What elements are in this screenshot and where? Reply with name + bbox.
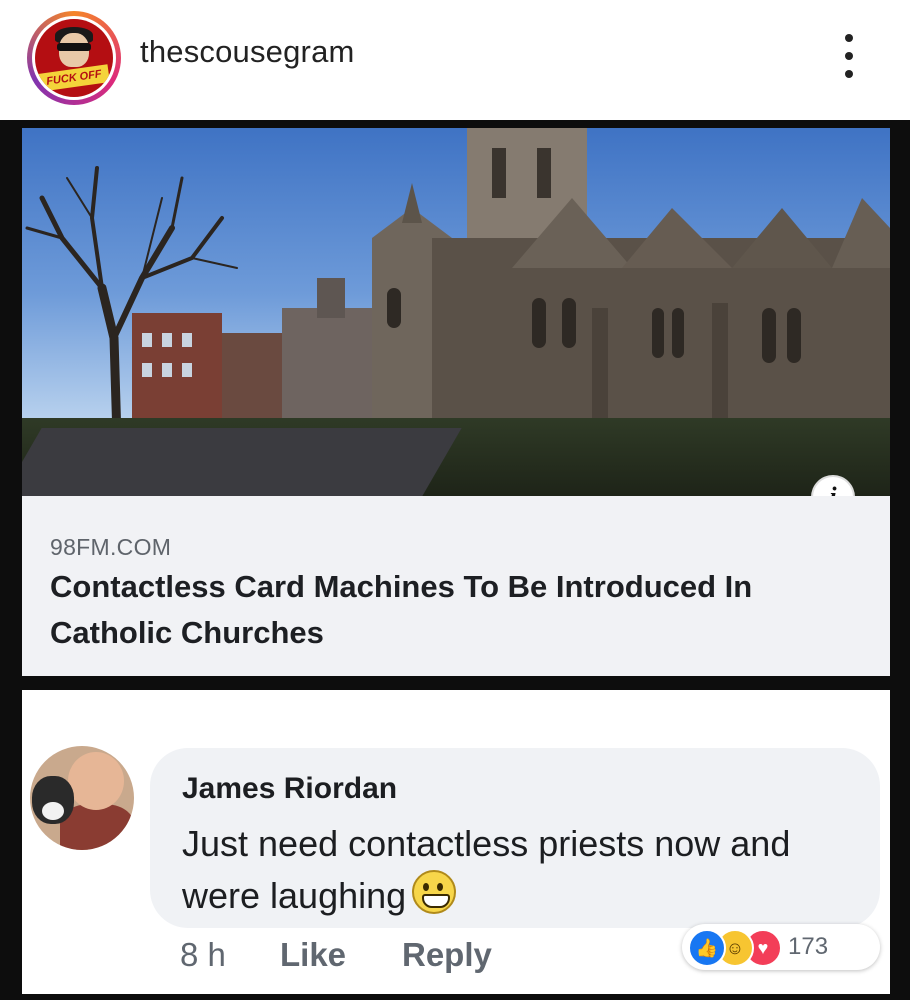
cathedral-illustration	[372, 128, 890, 438]
grinning-face-icon	[412, 870, 457, 914]
username[interactable]: thescousegram	[140, 34, 355, 70]
comment-text-body: Just need contactless priests now and we…	[182, 823, 791, 916]
menu-dot	[845, 52, 853, 60]
link-caption[interactable]: 98FM.COM Contactless Card Machines To Be…	[22, 496, 890, 676]
instagram-post-header: FUCK OFF thescousegram	[0, 0, 910, 120]
avatar-badge-text: FUCK OFF	[38, 64, 110, 92]
like-button[interactable]: Like	[280, 936, 346, 974]
comment-author[interactable]: James Riordan	[182, 772, 397, 806]
comment-section: James Riordan Just need contactless prie…	[22, 690, 890, 994]
menu-dot	[845, 34, 853, 42]
avatar-glasses	[57, 43, 91, 51]
link-headline: Contactless Card Machines To Be Introduc…	[50, 569, 753, 650]
reactions-summary[interactable]: 👍 ☺ ♥ 173	[682, 924, 880, 970]
avatar-image: FUCK OFF	[35, 19, 113, 97]
like-icon: 👍	[688, 929, 726, 967]
more-options-icon[interactable]	[840, 32, 860, 82]
comment-bubble: James Riordan Just need contactless prie…	[150, 748, 880, 928]
comment-text: Just need contactless priests now and we…	[182, 818, 852, 922]
link-domain: 98FM.COM	[50, 534, 172, 560]
avatar-dog	[32, 776, 74, 824]
avatar-border: FUCK OFF	[32, 16, 116, 100]
menu-dot	[845, 70, 853, 78]
comment-timestamp[interactable]: 8 h	[180, 936, 226, 974]
article-photo[interactable]	[22, 128, 890, 496]
commenter-avatar[interactable]	[30, 746, 134, 850]
background-buildings	[132, 278, 392, 428]
reaction-count: 173	[788, 933, 829, 960]
profile-avatar[interactable]: FUCK OFF	[27, 11, 121, 105]
path	[22, 428, 462, 496]
reply-button[interactable]: Reply	[402, 936, 492, 974]
avatar-baby-face	[68, 752, 124, 810]
avatar-dog-muzzle	[42, 802, 64, 820]
